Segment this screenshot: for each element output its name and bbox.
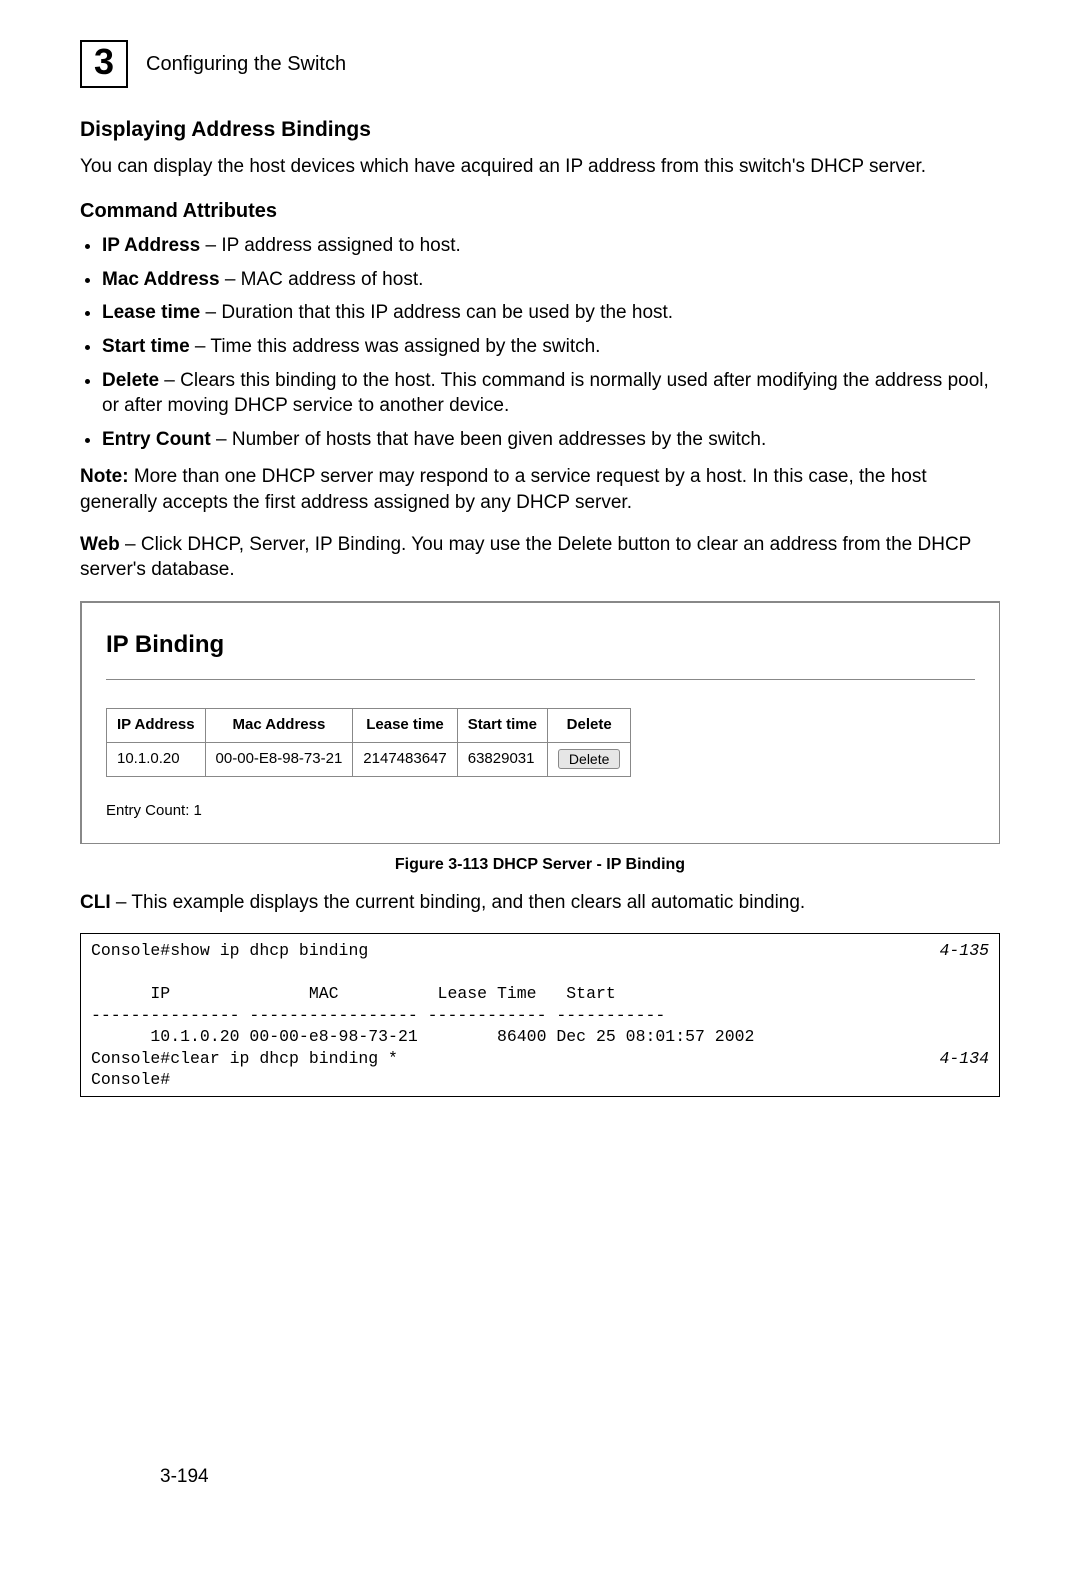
intro-paragraph: You can display the host devices which h… (80, 154, 1000, 180)
chapter-number-icon: 3 (80, 40, 128, 88)
note-text: More than one DHCP server may respond to… (80, 466, 927, 513)
list-item: Delete – Clears this binding to the host… (102, 368, 1000, 419)
col-mac: Mac Address (205, 709, 353, 742)
cli-instruction: CLI – This example displays the current … (80, 890, 1000, 916)
divider (106, 679, 975, 680)
list-item: Start time – Time this address was assig… (102, 334, 1000, 360)
table-row: 10.1.0.20 00-00-E8-98-73-21 2147483647 6… (107, 742, 631, 776)
ip-binding-table: IP Address Mac Address Lease time Start … (106, 708, 631, 777)
col-ip: IP Address (107, 709, 206, 742)
command-attributes-heading: Command Attributes (80, 198, 1000, 225)
cell-lease: 2147483647 (353, 742, 457, 776)
figure-caption: Figure 3-113 DHCP Server - IP Binding (80, 854, 1000, 876)
chapter-header: 3 Configuring the Switch (80, 40, 1000, 88)
note: Note: More than one DHCP server may resp… (80, 464, 1000, 515)
col-lease: Lease time (353, 709, 457, 742)
panel-title: IP Binding (106, 629, 975, 661)
delete-button[interactable]: Delete (558, 749, 620, 769)
cell-mac: 00-00-E8-98-73-21 (205, 742, 353, 776)
entry-count: Entry Count: 1 (106, 801, 975, 821)
note-label: Note: (80, 466, 129, 487)
ip-binding-screenshot: IP Binding IP Address Mac Address Lease … (80, 601, 1000, 844)
cli-output: Console#show ip dhcp binding4-135 IP MAC… (80, 933, 1000, 1097)
cli-ref: 4-135 (939, 940, 989, 961)
section-heading: Displaying Address Bindings (80, 116, 1000, 144)
cell-start: 63829031 (457, 742, 547, 776)
table-header-row: IP Address Mac Address Lease time Start … (107, 709, 631, 742)
list-item: Lease time – Duration that this IP addre… (102, 300, 1000, 326)
cli-ref: 4-134 (939, 1048, 989, 1069)
col-start: Start time (457, 709, 547, 742)
cell-delete: Delete (547, 742, 630, 776)
web-instruction: Web – Click DHCP, Server, IP Binding. Yo… (80, 532, 1000, 583)
cell-ip: 10.1.0.20 (107, 742, 206, 776)
chapter-title: Configuring the Switch (146, 51, 346, 78)
list-item: Entry Count – Number of hosts that have … (102, 427, 1000, 453)
col-delete: Delete (547, 709, 630, 742)
list-item: IP Address – IP address assigned to host… (102, 233, 1000, 259)
list-item: Mac Address – MAC address of host. (102, 267, 1000, 293)
attribute-list: IP Address – IP address assigned to host… (80, 233, 1000, 452)
page-number: 3-194 (160, 1464, 209, 1490)
